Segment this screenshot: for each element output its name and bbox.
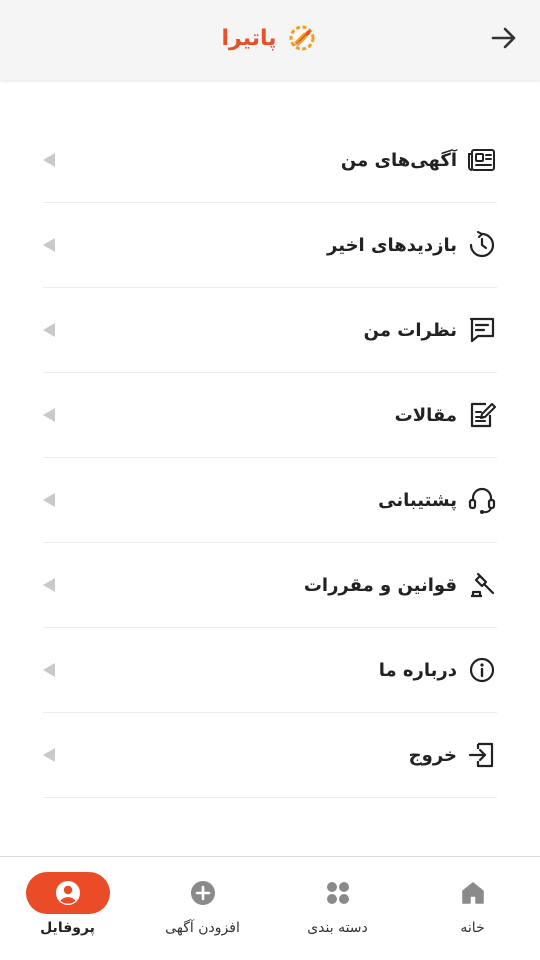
menu-item-label: بازدیدهای اخیر bbox=[327, 234, 457, 256]
menu-item-label: نظرات من bbox=[363, 319, 457, 341]
nav-item-profile[interactable]: پروفایل bbox=[0, 857, 135, 960]
chevron-left-icon bbox=[43, 578, 55, 592]
menu-item-label: مقالات bbox=[394, 404, 457, 426]
menu-item-label: آگهی‌های من bbox=[340, 149, 457, 171]
nav-label: خانه bbox=[460, 920, 485, 936]
chevron-left-icon bbox=[43, 493, 55, 507]
menu-item-about-us[interactable]: درباره ما bbox=[43, 628, 497, 713]
menu-item-label: پشتیبانی bbox=[378, 489, 457, 511]
nav-item-home[interactable]: خانه bbox=[405, 857, 540, 960]
nav-item-categories[interactable]: دسته بندی bbox=[270, 857, 405, 960]
logout-icon bbox=[467, 740, 497, 770]
menu-item-terms[interactable]: قوانین و مقررات bbox=[43, 543, 497, 628]
categories-icon bbox=[326, 882, 349, 904]
ads-list-icon bbox=[467, 145, 497, 175]
add-circle-icon bbox=[190, 881, 215, 905]
headset-icon bbox=[467, 485, 497, 515]
comment-icon bbox=[467, 315, 497, 345]
brand-logo: پاتیرا bbox=[0, 18, 540, 58]
menu-item-recent-visits[interactable]: بازدیدهای اخیر bbox=[43, 203, 497, 288]
nav-icon-container bbox=[431, 872, 515, 914]
menu-item-label: خروج bbox=[408, 744, 457, 766]
chevron-left-icon bbox=[43, 408, 55, 422]
info-icon bbox=[467, 655, 497, 685]
bottom-navigation: خانه دسته بندی افزودن آگهی پروفایل bbox=[0, 856, 540, 960]
home-icon bbox=[461, 882, 484, 904]
nav-icon-container-active bbox=[25, 872, 110, 914]
menu-item-label: قوانین و مقررات bbox=[303, 574, 457, 596]
top-app-bar: پاتیرا bbox=[0, 0, 540, 80]
nav-icon-container bbox=[296, 872, 380, 914]
menu-item-logout[interactable]: خروج bbox=[43, 713, 497, 798]
nav-icon-container bbox=[161, 872, 245, 914]
brand-name: پاتیرا bbox=[221, 25, 277, 51]
menu-item-support[interactable]: پشتیبانی bbox=[43, 458, 497, 543]
chevron-left-icon bbox=[43, 238, 55, 252]
nav-item-add-ad[interactable]: افزودن آگهی bbox=[135, 857, 270, 960]
menu-item-my-ads[interactable]: آگهی‌های من bbox=[43, 118, 497, 203]
chevron-left-icon bbox=[43, 323, 55, 337]
chevron-left-icon bbox=[43, 663, 55, 677]
chevron-left-icon bbox=[43, 748, 55, 762]
menu-item-articles[interactable]: مقالات bbox=[43, 373, 497, 458]
nav-label: افزودن آگهی bbox=[165, 920, 240, 936]
chevron-left-icon bbox=[43, 153, 55, 167]
article-edit-icon bbox=[467, 400, 497, 430]
profile-icon bbox=[55, 881, 80, 905]
gear-rocket-logo bbox=[289, 25, 314, 51]
nav-label: پروفایل bbox=[40, 920, 95, 936]
menu-item-label: درباره ما bbox=[378, 659, 457, 681]
profile-menu: آگهی‌های من بازدیدهای اخیر نظرات من bbox=[43, 118, 497, 798]
nav-label: دسته بندی bbox=[307, 920, 368, 936]
menu-item-my-comments[interactable]: نظرات من bbox=[43, 288, 497, 373]
gavel-icon bbox=[467, 570, 497, 600]
history-icon bbox=[467, 230, 497, 260]
